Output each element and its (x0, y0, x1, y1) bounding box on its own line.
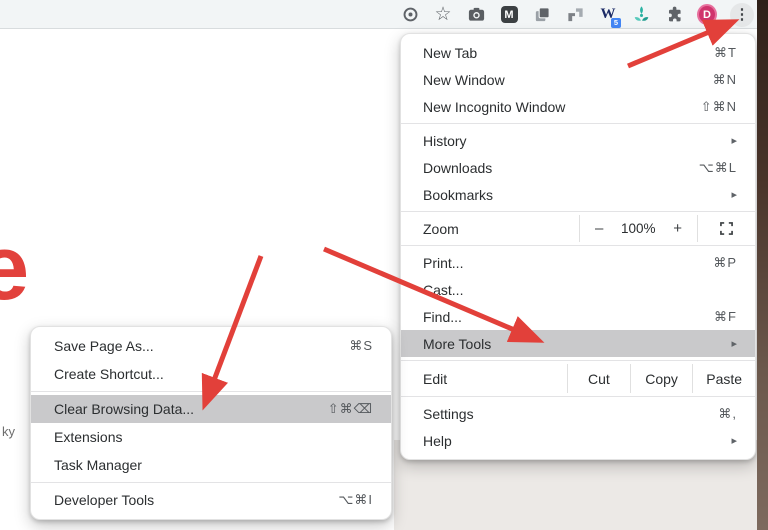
bookmark-star-icon[interactable]: ☆ (433, 5, 453, 25)
menu-separator (31, 482, 391, 483)
submenu-arrow-icon: ▸ (731, 189, 737, 201)
menu-separator (401, 123, 755, 124)
menu-item-find[interactable]: Find... ⌘F (401, 303, 755, 330)
profile-avatar[interactable]: D (697, 4, 717, 25)
menu-item-label: Save Page As... (54, 338, 154, 354)
menu-item-label: Help (423, 432, 452, 449)
menu-item-shortcut: ⌘F (714, 308, 737, 324)
menu-separator (401, 211, 755, 212)
menu-item-label: Clear Browsing Data... (54, 401, 195, 417)
desktop-edge-strip (757, 0, 768, 530)
menu-item-label: New Incognito Window (423, 98, 566, 115)
menu-item-shortcut: ⌘, (718, 405, 737, 421)
menu-item-shortcut: ⌘S (349, 338, 373, 353)
zoom-label-text: Zoom (423, 220, 459, 237)
edit-label-text: Edit (423, 370, 448, 387)
menu-item-shortcut: ⌘T (714, 44, 737, 60)
menu-item-bookmarks[interactable]: Bookmarks ▸ (401, 181, 755, 208)
paste-label: Paste (706, 370, 743, 387)
zoom-in-button[interactable]: + (673, 220, 682, 237)
menu-item-shortcut: ⌥⌘I (338, 492, 373, 507)
menu-separator (401, 245, 755, 246)
page-partial-text: ky (2, 424, 15, 439)
zoom-row: Zoom – 100% + (401, 215, 755, 242)
submenu-arrow-icon: ▸ (731, 435, 737, 447)
more-tools-submenu: Save Page As... ⌘S Create Shortcut... Clear… (30, 326, 392, 520)
m-extension-icon[interactable]: M (499, 5, 519, 25)
menu-item-extensions[interactable]: Extensions (31, 423, 391, 451)
menu-item-label: Create Shortcut... (54, 366, 164, 382)
menu-item-label: More Tools (423, 335, 492, 352)
menu-item-new-tab[interactable]: New Tab ⌘T (401, 39, 755, 66)
copy-button[interactable]: Copy (629, 364, 693, 393)
screen: ☆ M W 5 D ⋮ e ky New Tab ⌘T New Window ⌘… (0, 0, 768, 530)
menu-item-shortcut: ⇧⌘⌫ (327, 401, 373, 416)
cut-label: Cut (588, 370, 610, 387)
page-logo-letter: e (0, 217, 30, 319)
submenu-arrow-icon: ▸ (731, 135, 737, 147)
w-badge-count: 5 (611, 17, 621, 28)
edit-row: Edit Cut Copy Paste (401, 364, 755, 393)
menu-item-create-shortcut[interactable]: Create Shortcut... (31, 360, 391, 388)
w-extension-icon[interactable]: W 5 (598, 5, 621, 28)
menu-item-label: New Tab (423, 44, 478, 61)
fullscreen-button[interactable] (697, 215, 755, 242)
zoom-label: Zoom (401, 215, 579, 242)
menu-separator (401, 396, 755, 397)
fullscreen-icon (720, 222, 733, 235)
menu-item-clear-browsing-data[interactable]: Clear Browsing Data... ⇧⌘⌫ (31, 395, 391, 423)
m-letter: M (500, 6, 518, 23)
avatar-letter: D (697, 4, 717, 25)
zoom-value: 100% (621, 221, 656, 236)
menu-item-label: Extensions (54, 429, 123, 445)
menu-item-label: Developer Tools (54, 492, 155, 508)
menu-item-label: Find... (423, 308, 462, 325)
zoom-out-button[interactable]: – (595, 220, 603, 237)
zoom-controls: – 100% + (579, 215, 697, 242)
toolbar-icon-strip: ☆ M W 5 D ⋮ (400, 0, 754, 29)
star-glyph: ☆ (434, 4, 452, 25)
menu-item-label: Downloads (423, 159, 493, 176)
copy-label: Copy (645, 370, 678, 387)
camera-icon[interactable] (466, 5, 486, 25)
menu-item-label: Bookmarks (423, 186, 494, 203)
menu-item-task-manager[interactable]: Task Manager (31, 451, 391, 479)
menu-item-cast[interactable]: Cast... (401, 276, 755, 303)
menu-item-settings[interactable]: Settings ⌘, (401, 400, 755, 427)
trident-extension-icon[interactable] (631, 5, 651, 25)
cut-button[interactable]: Cut (567, 364, 630, 393)
menu-item-label: Print... (423, 254, 464, 271)
menu-item-label: Settings (423, 405, 474, 422)
menu-kebab-icon[interactable]: ⋮ (730, 2, 754, 27)
menu-item-history[interactable]: History ▸ (401, 127, 755, 154)
menu-item-developer-tools[interactable]: Developer Tools ⌥⌘I (31, 486, 391, 514)
menu-item-shortcut: ⇧⌘N (700, 98, 737, 114)
menu-item-more-tools[interactable]: More Tools ▸ (401, 330, 755, 357)
menu-item-label: Task Manager (54, 457, 142, 473)
menu-item-label: Cast... (423, 281, 464, 298)
menu-item-new-window[interactable]: New Window ⌘N (401, 66, 755, 93)
menu-item-help[interactable]: Help ▸ (401, 427, 755, 454)
menu-item-label: New Window (423, 71, 505, 88)
menu-item-print[interactable]: Print... ⌘P (401, 249, 755, 276)
menu-item-save-page-as[interactable]: Save Page As... ⌘S (31, 332, 391, 360)
menu-item-new-incognito-window[interactable]: New Incognito Window ⇧⌘N (401, 93, 755, 120)
menu-item-shortcut: ⌘N (712, 71, 737, 87)
target-icon[interactable] (400, 5, 420, 25)
menu-item-shortcut: ⌥⌘L (698, 159, 737, 175)
extensions-puzzle-icon[interactable] (664, 5, 684, 25)
submenu-arrow-icon: ▸ (731, 338, 737, 350)
browser-toolbar: ☆ M W 5 D ⋮ (0, 0, 768, 29)
menu-item-shortcut: ⌘P (713, 254, 737, 270)
menu-item-downloads[interactable]: Downloads ⌥⌘L (401, 154, 755, 181)
menu-separator (401, 360, 755, 361)
edit-label: Edit (401, 364, 567, 393)
menu-separator (31, 391, 391, 392)
copy-pages-icon[interactable] (532, 5, 552, 25)
menu-item-label: History (423, 132, 467, 149)
kebab-dots: ⋮ (734, 6, 750, 23)
chrome-main-menu: New Tab ⌘T New Window ⌘N New Incognito Windo… (400, 33, 756, 460)
pipes-extension-icon[interactable] (565, 5, 585, 25)
paste-button[interactable]: Paste (692, 364, 755, 393)
